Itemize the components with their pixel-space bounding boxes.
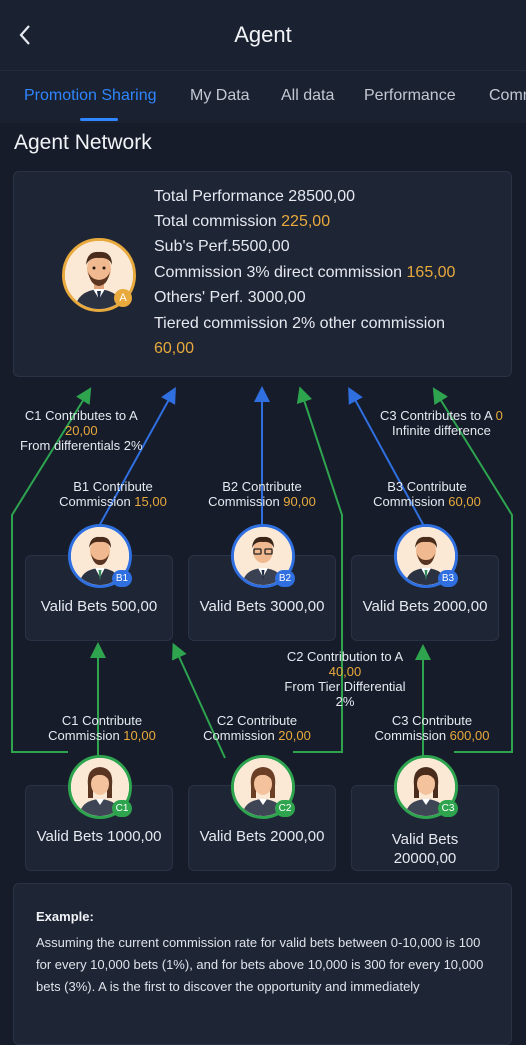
b3-contribute-label: B3 Contribute Commission 60,00: [370, 479, 484, 509]
total-commission: Total commission 225,00: [154, 213, 330, 231]
c3-to-a-value: 0: [495, 408, 503, 423]
c3-valid-bets: Valid Bets 20000,00: [352, 830, 498, 868]
b2-contribute-title: B2 Contribute: [222, 479, 302, 494]
b1-commission-label: Commission: [59, 494, 135, 509]
example-card: Example: Assuming the current commission…: [13, 883, 512, 1045]
tab-performance[interactable]: Performance: [364, 87, 456, 105]
c2-contribute-label: C2 Contribute Commission 20,00: [200, 713, 314, 743]
b2-contribute-commission: Commission 90,00: [205, 494, 319, 509]
b1-valid-bets: Valid Bets 500,00: [40, 598, 158, 615]
c1-badge: C1: [112, 800, 132, 817]
c2-to-a-value: 40,00: [328, 664, 362, 679]
subs-performance: Sub's Perf.5500,00: [154, 238, 290, 255]
c3-contribute-commission: Commission 600,00: [370, 728, 494, 743]
b3-badge: B3: [438, 570, 458, 587]
b1-badge: B1: [112, 570, 132, 587]
c3-badge: C3: [438, 800, 458, 817]
b3-commission-value: 60,00: [448, 494, 481, 509]
active-tab-indicator: [80, 118, 118, 121]
direct-commission-value: 165,00: [406, 264, 456, 281]
c2-badge: C2: [275, 800, 295, 817]
b2-valid-bets: Valid Bets 3000,00: [199, 598, 325, 615]
c3-to-a-title: C3 Contributes to A 0: [380, 408, 503, 423]
c2-to-a-percent: 2%: [335, 694, 355, 709]
tab-bar: Promotion Sharing My Data All data Perfo…: [0, 70, 526, 123]
c1-to-a-title: C1 Contributes to A: [24, 408, 138, 423]
others-performance: Others' Perf. 3000,00: [154, 289, 306, 306]
b3-commission-label: Commission: [373, 494, 449, 509]
b3-contribute-commission: Commission 60,00: [370, 494, 484, 509]
example-title: Example:: [36, 909, 94, 924]
c3-commission-value: 600,00: [449, 728, 490, 743]
c2-contribute-commission: Commission 20,00: [200, 728, 314, 743]
total-performance: Total Performance 28500,00: [154, 188, 356, 205]
b1-commission-value: 15,00: [134, 494, 167, 509]
b1-contribute-commission: Commission 15,00: [57, 494, 169, 509]
c3-to-a-label: C3 Contributes to A 0 Infinite differenc…: [380, 408, 503, 438]
b2-commission-label: Commission: [208, 494, 284, 509]
b2-badge: B2: [275, 570, 295, 587]
c3-to-a-title-text: C3 Contributes to A: [380, 408, 496, 423]
b1-contribute-title: B1 Contribute: [73, 479, 153, 494]
b3-valid-bets: Valid Bets 2000,00: [362, 598, 488, 615]
total-commission-value: 225,00: [281, 213, 331, 230]
c1-commission-value: 10,00: [123, 728, 156, 743]
c2-commission-value: 20,00: [278, 728, 311, 743]
c1-to-a-value: 20,00: [65, 423, 98, 438]
tiered-commission-value: 60,00: [154, 340, 195, 357]
c3-commission-label: Commission: [374, 728, 450, 743]
c2-valid-bets: Valid Bets 2000,00: [199, 828, 325, 845]
section-title: Agent Network: [14, 131, 152, 154]
c1-commission-label: Commission: [48, 728, 124, 743]
c1-contribute-title: C1 Contribute: [61, 713, 143, 728]
c3-valid-bets-value: 20000,00: [393, 850, 457, 867]
c3-valid-bets-label: Valid Bets: [391, 831, 459, 848]
c3-contribute-label: C3 Contribute Commission 600,00: [370, 713, 494, 743]
tab-promotion-sharing[interactable]: Promotion Sharing: [24, 87, 157, 105]
c1-contribute-commission: Commission 10,00: [45, 728, 159, 743]
c3-to-a-note: Infinite difference: [392, 423, 491, 438]
total-commission-label: Total commission: [154, 213, 282, 230]
c2-to-a-label: C2 Contribution to A 40,00 From Tier Dif…: [280, 649, 410, 709]
tab-commission[interactable]: Comm: [489, 87, 526, 105]
c1-valid-bets: Valid Bets 1000,00: [36, 828, 162, 845]
c1-contribute-label: C1 Contribute Commission 10,00: [45, 713, 159, 743]
b1-contribute-label: B1 Contribute Commission 15,00: [57, 479, 169, 509]
b2-contribute-label: B2 Contribute Commission 90,00: [205, 479, 319, 509]
direct-commission-label: Commission 3% direct commission: [154, 264, 407, 281]
c3-contribute-title: C3 Contribute: [391, 713, 473, 728]
tab-all-data[interactable]: All data: [281, 87, 334, 105]
tiered-commission-label: Tiered commission 2% other commission: [154, 315, 446, 332]
c2-contribute-title: C2 Contribute: [216, 713, 298, 728]
example-text: Assuming the current commission rate for…: [36, 935, 484, 994]
page-title: Agent: [234, 22, 292, 47]
c2-commission-label: Commission: [203, 728, 279, 743]
direct-commission: Commission 3% direct commission 165,00: [154, 264, 455, 282]
c1-to-a-note: From differentials 2%: [20, 438, 143, 453]
c2-to-a-title: C2 Contribution to A: [286, 649, 404, 664]
agent-a-badge: A: [114, 289, 132, 307]
c2-to-a-note: From Tier Differential: [284, 679, 406, 694]
b3-contribute-title: B3 Contribute: [387, 479, 467, 494]
c1-to-a-label: C1 Contributes to A 20,00 From different…: [20, 408, 143, 453]
b2-commission-value: 90,00: [283, 494, 316, 509]
tab-my-data[interactable]: My Data: [190, 87, 250, 105]
